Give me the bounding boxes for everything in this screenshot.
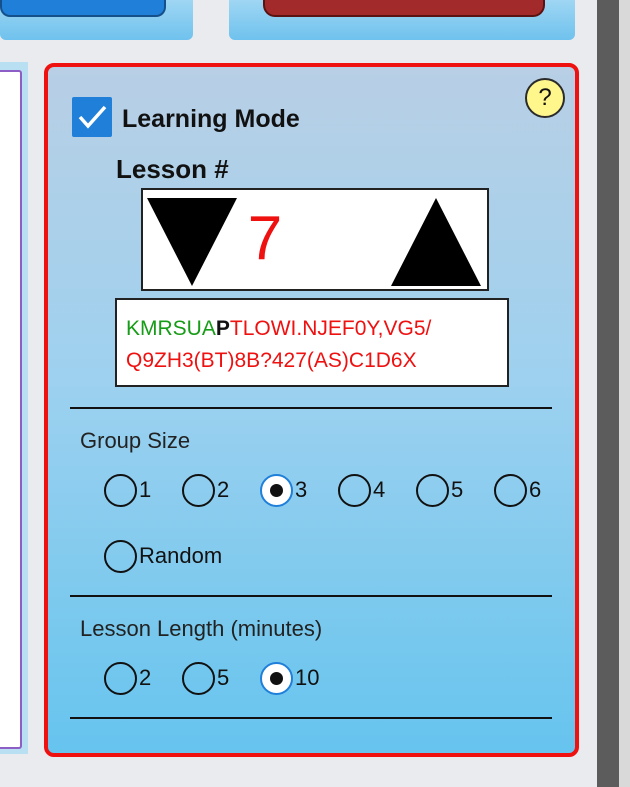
- group-size-radio-3[interactable]: 3: [260, 471, 307, 509]
- radio-circle: [104, 539, 137, 573]
- radio-circle: [494, 473, 527, 507]
- radio-circle: [260, 473, 293, 507]
- learning-mode-checkbox[interactable]: [72, 97, 112, 137]
- divider: [70, 407, 552, 409]
- top-left-button-area: [0, 0, 193, 40]
- radio-label: 6: [529, 477, 542, 502]
- radio-label: 5: [451, 477, 464, 502]
- group-size-label: Group Size: [80, 428, 191, 453]
- radio-circle: [104, 473, 137, 507]
- divider: [70, 595, 552, 597]
- current-key: P: [215, 317, 230, 340]
- lesson-keys-display: KMRSUAPTLOWI.NJEF0Y,VG5/ Q9ZH3(BT)8B?427…: [115, 298, 509, 387]
- top-right-button[interactable]: [263, 0, 545, 17]
- lesson-number-stepper: 7: [141, 188, 489, 291]
- group-size-radio-4[interactable]: 4: [338, 471, 385, 509]
- group-size-radio-random[interactable]: Random: [104, 537, 222, 575]
- radio-circle: [260, 661, 293, 695]
- radio-dot: [270, 671, 283, 685]
- help-button[interactable]: ?: [525, 78, 565, 118]
- radio-label: Random: [139, 543, 223, 568]
- top-right-button-area: [229, 0, 575, 40]
- text-area-panel[interactable]: [0, 70, 22, 749]
- radio-circle: [416, 473, 449, 507]
- radio-circle: [182, 473, 215, 507]
- remaining-keys-line1: TLOWI.NJEF0Y,VG5/: [229, 317, 432, 340]
- radio-label: 2: [139, 665, 152, 690]
- radio-label: 1: [139, 477, 152, 502]
- radio-circle: [104, 661, 137, 695]
- lesson-number-value: 7: [247, 204, 283, 273]
- top-left-button[interactable]: [0, 0, 166, 17]
- group-size-radio-2[interactable]: 2: [182, 471, 229, 509]
- radio-label: 3: [295, 477, 308, 502]
- radio-circle: [338, 473, 371, 507]
- lesson-length-radio-10[interactable]: 10: [260, 659, 319, 697]
- lesson-length-label: Lesson Length (minutes): [80, 616, 323, 641]
- lesson-length-radio-2[interactable]: 2: [104, 659, 151, 697]
- decrement-arrow-icon[interactable]: [147, 198, 237, 286]
- learned-keys: KMRSUA: [126, 317, 216, 340]
- lesson-number-label: Lesson #: [116, 154, 229, 184]
- radio-label: 2: [217, 477, 230, 502]
- group-size-radio-5[interactable]: 5: [416, 471, 463, 509]
- lesson-length-radio-5[interactable]: 5: [182, 659, 229, 697]
- divider: [70, 717, 552, 719]
- window-edge: [619, 0, 630, 787]
- radio-label: 10: [295, 665, 320, 690]
- remaining-keys-line2: Q9ZH3(BT)8B?427(AS)C1D6X: [126, 349, 417, 372]
- group-size-radio-1[interactable]: 1: [104, 471, 151, 509]
- radio-label: 5: [217, 665, 230, 690]
- increment-arrow-icon[interactable]: [391, 198, 481, 286]
- checkmark-icon: [78, 105, 107, 129]
- group-size-radio-6[interactable]: 6: [494, 471, 541, 509]
- scrollbar-track[interactable]: [597, 0, 619, 787]
- learning-mode-label: Learning Mode: [122, 105, 300, 133]
- radio-circle: [182, 661, 215, 695]
- radio-label: 4: [373, 477, 386, 502]
- learning-settings-panel: ? Learning Mode Lesson # 7 KMRSUAPTLOWI.…: [44, 63, 579, 757]
- radio-dot: [270, 483, 283, 497]
